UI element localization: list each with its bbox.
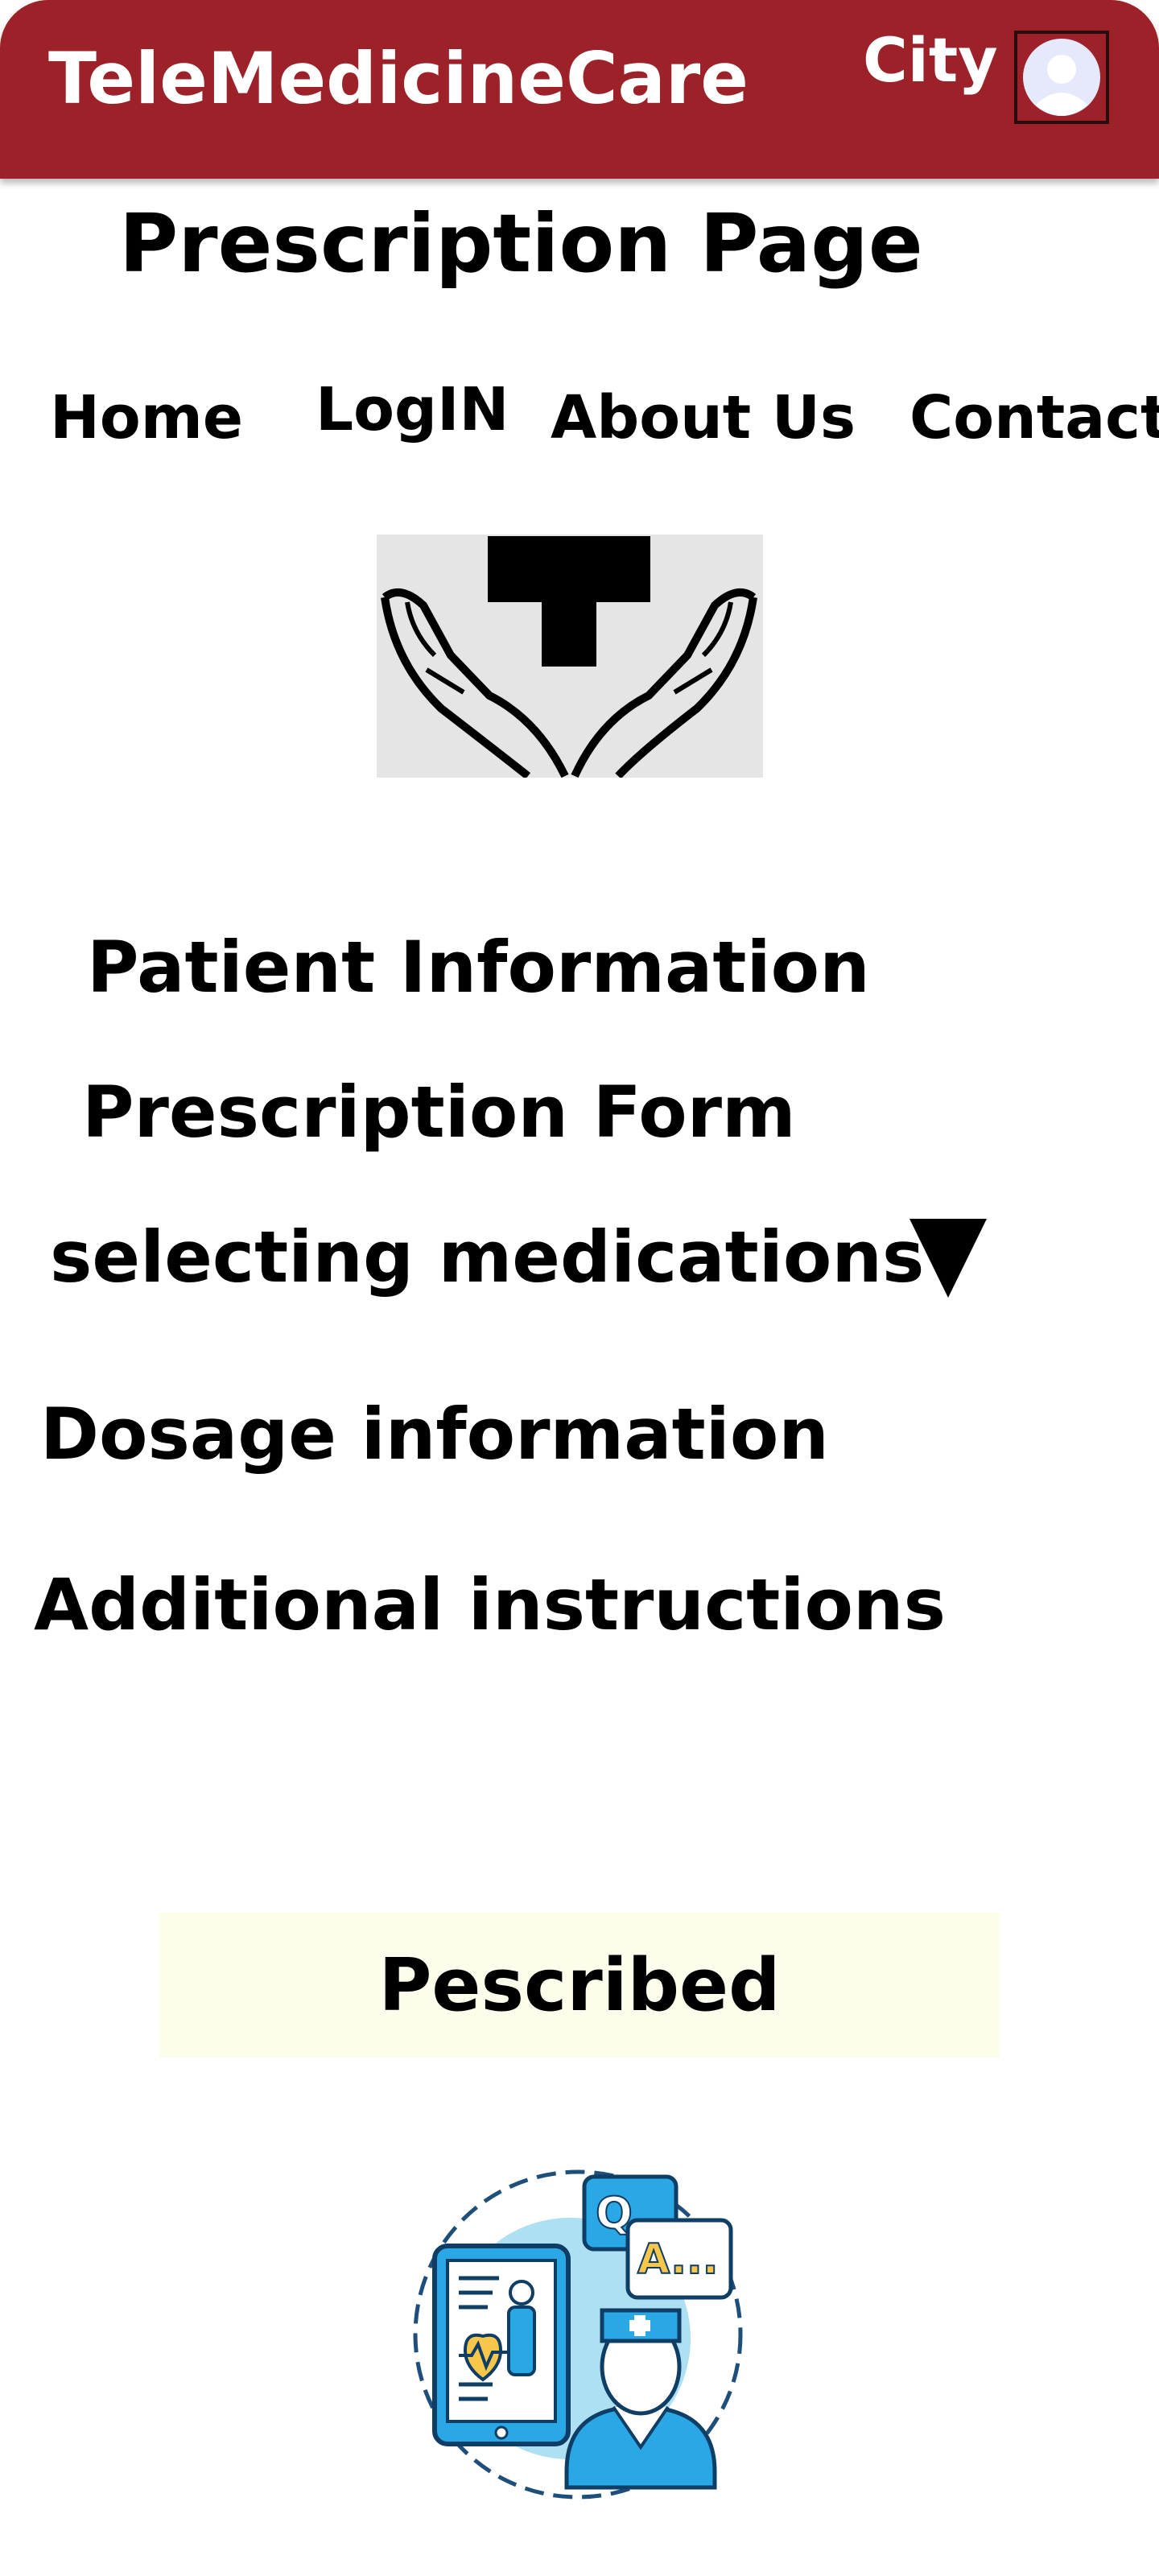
additional-instructions-section[interactable]: Additional instructions <box>34 1563 946 1646</box>
city-label[interactable]: City <box>863 24 998 96</box>
brand-title[interactable]: TeleMedicineCare <box>48 37 749 120</box>
patient-information-section[interactable]: Patient Information <box>87 926 870 1009</box>
page-title: Prescription Page <box>119 196 923 291</box>
user-avatar-icon <box>1023 39 1100 116</box>
avatar[interactable] <box>1014 31 1109 124</box>
header-bar: TeleMedicineCare City <box>0 0 1159 179</box>
prescription-form-section[interactable]: Prescription Form <box>82 1071 796 1154</box>
prescribed-button[interactable]: Pescribed <box>159 1913 1000 2058</box>
svg-text:A...: A... <box>637 2235 718 2284</box>
prescribed-label: Pescribed <box>378 1942 781 2028</box>
nav-login-link[interactable]: LogIN <box>316 375 509 444</box>
nav-home-link[interactable]: Home <box>50 383 243 452</box>
telemedicine-illustration: Q... A... <box>409 2165 747 2504</box>
selecting-medications-section[interactable]: selecting medications <box>50 1216 924 1298</box>
nav-about-link[interactable]: About Us <box>551 383 856 452</box>
dosage-information-section[interactable]: Dosage information <box>40 1393 829 1476</box>
dropdown-arrow-icon[interactable] <box>909 1219 987 1298</box>
telemedicine-doctor-icon: Q... A... <box>413 2169 743 2500</box>
hands-medical-cross-icon <box>381 536 757 779</box>
medical-logo <box>377 535 763 779</box>
nav-contact-link[interactable]: Contact <box>909 383 1159 452</box>
